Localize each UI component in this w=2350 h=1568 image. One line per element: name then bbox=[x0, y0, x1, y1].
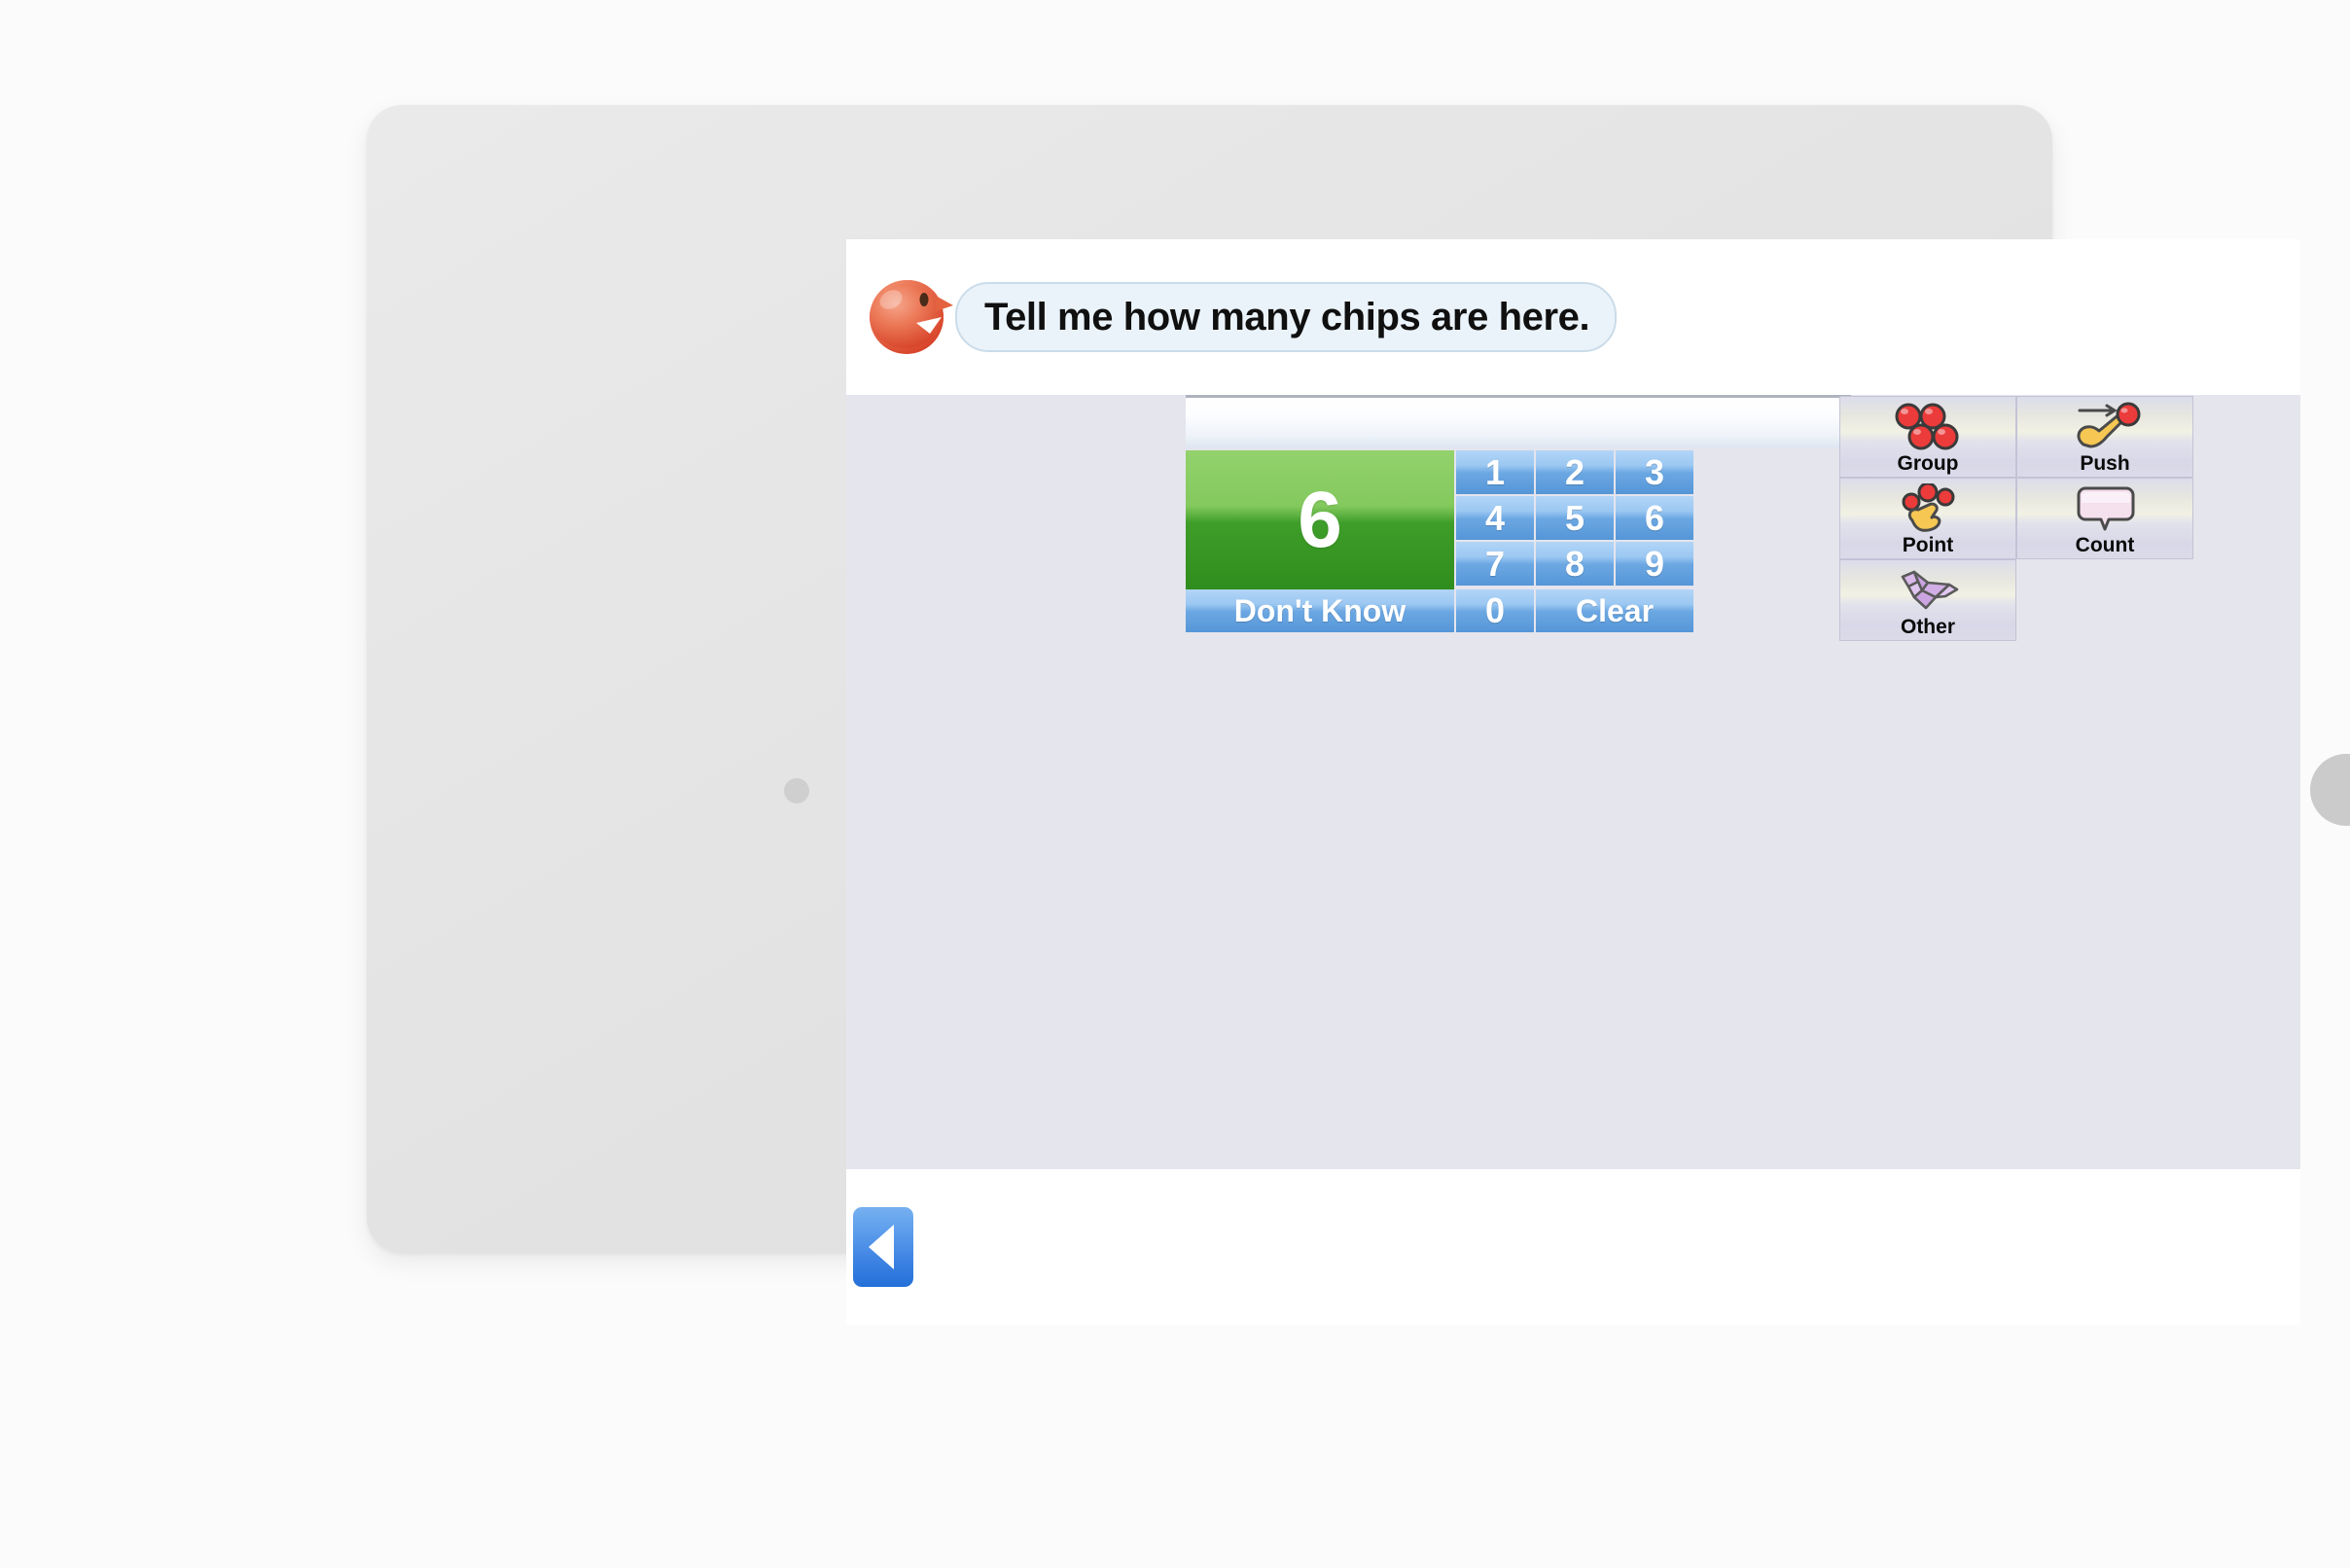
back-button[interactable] bbox=[853, 1207, 913, 1287]
result-display: 6 bbox=[1186, 450, 1454, 589]
key-4[interactable]: 4 bbox=[1456, 496, 1534, 540]
action-count-button[interactable]: Count bbox=[2016, 478, 2193, 559]
action-push-label: Push bbox=[2080, 452, 2130, 475]
prompt-text: Tell me how many chips are here. bbox=[984, 295, 1590, 339]
clear-button[interactable]: Clear bbox=[1536, 589, 1693, 632]
bird-avatar-icon bbox=[866, 274, 959, 360]
action-button-panel: Group Push Point Count Other bbox=[1839, 396, 2193, 642]
back-arrow-icon bbox=[869, 1225, 894, 1269]
answer-display-value bbox=[1186, 398, 1851, 448]
key-7[interactable]: 7 bbox=[1456, 542, 1534, 586]
key-1[interactable]: 1 bbox=[1456, 450, 1534, 494]
tablet-device: Tell me how many chips are here. 6 1 2 3… bbox=[367, 105, 2350, 1325]
chip-canvas-area[interactable]: 6 1 2 3 4 5 6 7 8 9 Don't Know 0 Clear G… bbox=[846, 395, 2300, 1169]
action-group-button[interactable]: Group bbox=[1839, 396, 2016, 478]
prompt-bar: Tell me how many chips are here. bbox=[846, 239, 2300, 395]
action-point-label: Point bbox=[1902, 534, 1954, 556]
four-red-chips-icon bbox=[1885, 400, 1971, 452]
dont-know-button[interactable]: Don't Know bbox=[1186, 589, 1454, 632]
action-point-button[interactable]: Point bbox=[1839, 478, 2016, 559]
camera-dot-icon bbox=[784, 778, 809, 803]
key-2[interactable]: 2 bbox=[1536, 450, 1614, 494]
key-6[interactable]: 6 bbox=[1616, 496, 1693, 540]
numeric-keypad: 6 1 2 3 4 5 6 7 8 9 Don't Know 0 Clear bbox=[1186, 450, 1851, 632]
home-button-icon[interactable] bbox=[2310, 754, 2350, 826]
key-5[interactable]: 5 bbox=[1536, 496, 1614, 540]
key-3[interactable]: 3 bbox=[1616, 450, 1693, 494]
footer-bar bbox=[846, 1169, 2300, 1325]
hand-point-chips-icon bbox=[1885, 481, 1971, 534]
action-count-label: Count bbox=[2075, 534, 2135, 556]
number-entry-panel: 6 1 2 3 4 5 6 7 8 9 Don't Know 0 Clear bbox=[1186, 395, 1851, 632]
key-0[interactable]: 0 bbox=[1456, 589, 1534, 632]
hand-push-chip-icon bbox=[2062, 400, 2148, 452]
key-9[interactable]: 9 bbox=[1616, 542, 1693, 586]
key-8[interactable]: 8 bbox=[1536, 542, 1614, 586]
action-push-button[interactable]: Push bbox=[2016, 396, 2193, 478]
origami-bird-icon bbox=[1885, 563, 1971, 616]
speech-bubble: Tell me how many chips are here. bbox=[955, 282, 1618, 352]
answer-display-field[interactable] bbox=[1186, 395, 1851, 448]
action-other-label: Other bbox=[1900, 616, 1955, 638]
speech-bubble-icon bbox=[2062, 481, 2148, 534]
action-other-button[interactable]: Other bbox=[1839, 559, 2016, 641]
action-group-label: Group bbox=[1897, 452, 1959, 475]
result-value: 6 bbox=[1298, 475, 1342, 564]
tablet-screen: Tell me how many chips are here. 6 1 2 3… bbox=[846, 239, 2300, 1325]
